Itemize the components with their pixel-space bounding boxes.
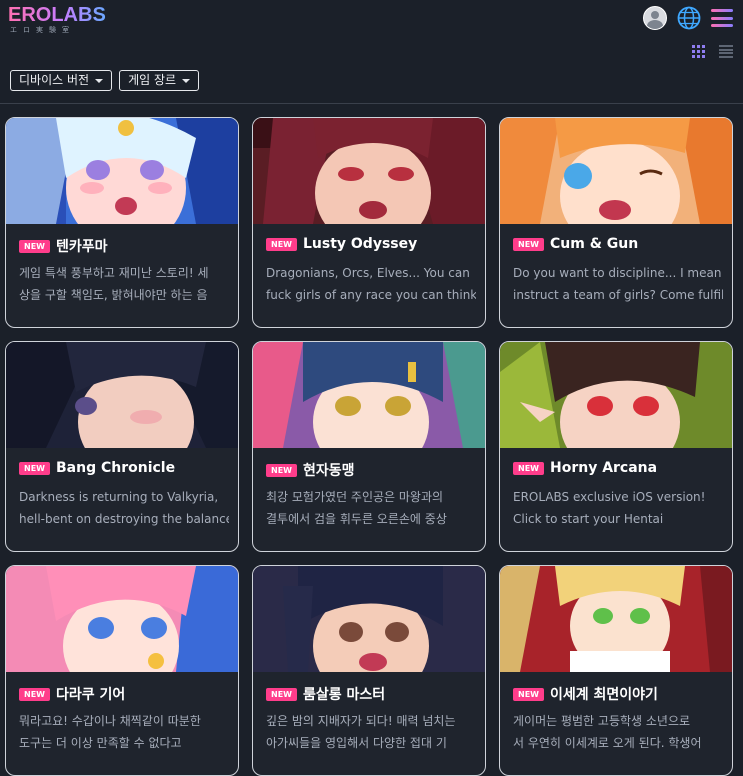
description-line: Darkness is returning to Valkyria,	[19, 490, 219, 504]
game-thumbnail[interactable]	[500, 342, 732, 448]
header-divider	[0, 103, 743, 104]
game-title[interactable]: 현자동맹	[303, 460, 355, 480]
game-card[interactable]: NEW 현자동맹 최강 모험가였던 주인공은 마왕과의 결투에서 검을 휘두른 …	[252, 341, 486, 552]
game-thumbnail[interactable]	[6, 118, 238, 224]
game-title[interactable]: Cum & Gun	[550, 236, 638, 252]
game-thumbnail[interactable]	[6, 566, 238, 672]
game-info: NEW 룸살롱 마스터 깊은 밤의 지배자가 되다! 매력 넘치는 아가씨들을 …	[253, 672, 485, 775]
game-info: NEW Lusty Odyssey Dragonians, Orcs, Elve…	[253, 224, 485, 327]
game-thumbnail[interactable]	[500, 118, 732, 224]
device-version-dropdown[interactable]: 디바이스 버전	[10, 70, 113, 91]
header-icons	[643, 6, 733, 30]
game-card[interactable]: NEW Horny Arcana EROLABS exclusive iOS v…	[499, 341, 733, 552]
game-description: Dragonians, Orcs, Elves... You can fuck …	[266, 262, 476, 306]
game-description: Do you want to discipline... I mean inst…	[513, 262, 723, 306]
game-description: 최강 모험가였던 주인공은 마왕과의 결투에서 검을 휘두른 오른손에 중상	[266, 486, 476, 530]
description-line: instruct a team of girls? Come fulfill	[513, 288, 723, 302]
game-title[interactable]: Lusty Odyssey	[303, 236, 417, 252]
grid-view-icon[interactable]	[692, 45, 705, 58]
new-badge: NEW	[19, 687, 50, 701]
game-card[interactable]: NEW 텐카푸마 게임 특색 풍부하고 재미난 스토리! 세 상을 구할 책임도…	[5, 117, 239, 328]
new-badge: NEW	[266, 237, 297, 251]
description-line: 깊은 밤의 지배자가 되다! 매력 넘치는	[266, 714, 456, 728]
new-badge: NEW	[513, 687, 544, 701]
game-description: 깊은 밤의 지배자가 되다! 매력 넘치는 아가씨들을 영입해서 다양한 접대 …	[266, 710, 476, 754]
game-thumbnail[interactable]	[253, 566, 485, 672]
new-badge: NEW	[513, 461, 544, 475]
game-thumbnail[interactable]	[500, 566, 732, 672]
view-toggle	[692, 45, 733, 58]
game-genre-dropdown[interactable]: 게임 장르	[119, 70, 200, 91]
erolabs-logo[interactable]: EROLABS エロ実験室	[8, 3, 106, 34]
description-line: 최강 모험가였던 주인공은 마왕과의	[266, 490, 444, 504]
game-info: NEW 현자동맹 최강 모험가였던 주인공은 마왕과의 결투에서 검을 휘두른 …	[253, 448, 485, 551]
game-info: NEW Horny Arcana EROLABS exclusive iOS v…	[500, 448, 732, 551]
description-line: 서 우연히 이세계로 오게 된다. 학생어	[513, 736, 702, 750]
game-info: NEW Cum & Gun Do you want to discipline.…	[500, 224, 732, 327]
game-thumbnail[interactable]	[6, 342, 238, 448]
new-badge: NEW	[266, 687, 297, 701]
description-line: 결투에서 검을 휘두른 오른손에 중상	[266, 512, 447, 526]
logo-text: EROLABS	[8, 4, 106, 26]
description-line: EROLABS exclusive iOS version!	[513, 490, 706, 504]
device-version-label: 디바이스 버전	[19, 73, 90, 87]
description-line: 상을 구할 책임도, 밝혀내야만 하는 음	[19, 288, 208, 302]
game-thumbnail[interactable]	[253, 118, 485, 224]
game-card[interactable]: NEW Bang Chronicle Darkness is returning…	[5, 341, 239, 552]
game-info: NEW 텐카푸마 게임 특색 풍부하고 재미난 스토리! 세 상을 구할 책임도…	[6, 224, 238, 327]
description-line: Click to start your Hentai	[513, 512, 664, 526]
new-badge: NEW	[19, 239, 50, 253]
description-line: Dragonians, Orcs, Elves... You can	[266, 266, 470, 280]
hamburger-menu-icon[interactable]	[711, 9, 733, 27]
description-line: 게임 특색 풍부하고 재미난 스토리! 세	[19, 266, 209, 280]
game-thumbnail[interactable]	[253, 342, 485, 448]
game-title[interactable]: Horny Arcana	[550, 460, 657, 476]
game-description: EROLABS exclusive iOS version! Click to …	[513, 486, 723, 530]
game-info: NEW Bang Chronicle Darkness is returning…	[6, 448, 238, 551]
chevron-down-icon	[95, 78, 104, 83]
new-badge: NEW	[266, 463, 297, 477]
game-title[interactable]: 다라쿠 기어	[56, 684, 125, 704]
top-header: EROLABS エロ実験室 디바이스 버전 게임 장르	[0, 0, 743, 104]
description-line: 게이머는 평범한 고등학생 소년으로	[513, 714, 691, 728]
game-info: NEW 이세계 최면이야기 게이머는 평범한 고등학생 소년으로 서 우연히 이…	[500, 672, 732, 775]
game-description: Darkness is returning to Valkyria, hell-…	[19, 486, 229, 530]
description-line: Do you want to discipline... I mean	[513, 266, 722, 280]
game-description: 게이머는 평범한 고등학생 소년으로 서 우연히 이세계로 오게 된다. 학생어	[513, 710, 723, 754]
description-line: hell-bent on destroying the balance	[19, 512, 229, 526]
new-badge: NEW	[513, 237, 544, 251]
game-title[interactable]: 텐카푸마	[56, 236, 108, 256]
description-line: fuck girls of any race you can think	[266, 288, 476, 302]
game-title[interactable]: 이세계 최면이야기	[550, 684, 658, 704]
game-title[interactable]: 룸살롱 마스터	[303, 684, 385, 704]
description-line: 아가씨들을 영입해서 다양한 접대 기	[266, 736, 447, 750]
game-card[interactable]: NEW Lusty Odyssey Dragonians, Orcs, Elve…	[252, 117, 486, 328]
game-card[interactable]: NEW 이세계 최면이야기 게이머는 평범한 고등학생 소년으로 서 우연히 이…	[499, 565, 733, 776]
game-title[interactable]: Bang Chronicle	[56, 460, 175, 476]
chevron-down-icon	[182, 78, 191, 83]
description-line: 도구는 더 이상 만족할 수 없다고	[19, 736, 182, 750]
logo-subtext: エロ実験室	[10, 26, 75, 34]
game-description: 게임 특색 풍부하고 재미난 스토리! 세 상을 구할 책임도, 밝혀내야만 하…	[19, 262, 229, 306]
game-card[interactable]: NEW 룸살롱 마스터 깊은 밤의 지배자가 되다! 매력 넘치는 아가씨들을 …	[252, 565, 486, 776]
filter-bar: 디바이스 버전 게임 장르	[10, 70, 200, 91]
list-view-icon[interactable]	[719, 45, 733, 58]
game-info: NEW 다라쿠 기어 뭐라고요! 수갑이나 채찍같이 따분한 도구는 더 이상 …	[6, 672, 238, 775]
new-badge: NEW	[19, 461, 50, 475]
game-genre-label: 게임 장르	[128, 73, 177, 87]
user-avatar-icon[interactable]	[643, 6, 667, 30]
game-card[interactable]: NEW Cum & Gun Do you want to discipline.…	[499, 117, 733, 328]
globe-icon[interactable]	[677, 6, 701, 30]
game-card[interactable]: NEW 다라쿠 기어 뭐라고요! 수갑이나 채찍같이 따분한 도구는 더 이상 …	[5, 565, 239, 776]
description-line: 뭐라고요! 수갑이나 채찍같이 따분한	[19, 714, 201, 728]
game-description: 뭐라고요! 수갑이나 채찍같이 따분한 도구는 더 이상 만족할 수 없다고	[19, 710, 229, 754]
